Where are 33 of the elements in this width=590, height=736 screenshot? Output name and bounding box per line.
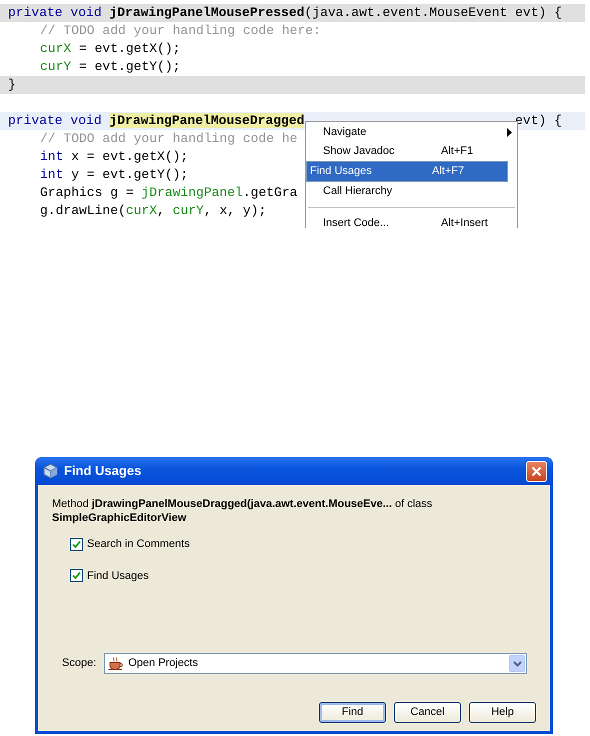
close-button[interactable] xyxy=(526,460,547,482)
menu-item[interactable]: Find Usages Alt+F7 xyxy=(306,161,508,182)
dialog-button[interactable]: Cancel xyxy=(394,702,461,723)
code-line: curY = evt.getY(); xyxy=(40,58,180,76)
dialog-button[interactable]: Help xyxy=(469,702,536,723)
cube-icon xyxy=(43,463,58,479)
menu-item[interactable]: Call Hierarchy xyxy=(306,182,517,201)
code-line: Graphics g = jDrawingPanel.getGra xyxy=(40,184,298,202)
dialog-button[interactable]: Find xyxy=(319,702,386,723)
checkbox-label: Find Usages xyxy=(87,568,149,584)
code-line: int x = evt.getX(); xyxy=(40,148,188,166)
scope-dropdown[interactable]: Open Projects xyxy=(104,653,527,674)
close-icon xyxy=(531,466,542,476)
code-line: // TODO add your handling code he xyxy=(40,130,298,148)
scope-label: Scope: xyxy=(62,656,96,672)
menu-item[interactable]: Insert Code... Alt+Insert xyxy=(306,214,517,228)
code-line: private void jDrawingPanelMouseDragged xyxy=(8,112,304,130)
code-line: // TODO add your handling code here: xyxy=(40,22,321,40)
code-line: private void jDrawingPanelMousePressed(java.awt.event.MouseEvent evt) { xyxy=(8,4,562,22)
menu-item[interactable]: Show Javadoc Alt+F1 xyxy=(306,142,517,161)
menu-item[interactable]: Navigate xyxy=(306,123,517,142)
dropdown-arrow-button[interactable] xyxy=(509,655,525,672)
checkbox[interactable] xyxy=(70,538,83,551)
coffee-cup-icon xyxy=(108,656,124,670)
code-line: } xyxy=(8,76,16,94)
checkbox-label: Search in Comments xyxy=(87,537,190,552)
window-title: Find Usages xyxy=(64,462,142,480)
checkbox[interactable] xyxy=(70,569,83,582)
code-line: int y = evt.getY(); xyxy=(40,166,188,184)
code-line: curX = evt.getX(); xyxy=(40,40,180,58)
chevron-down-icon xyxy=(512,660,522,666)
code-line: g.drawLine(curX, curY, x, y); xyxy=(40,202,266,220)
message-text: Method jDrawingPanelMouseDragged(java.awt.event.MouseEve... of class SimpleGraphicEditorView xyxy=(52,497,434,525)
